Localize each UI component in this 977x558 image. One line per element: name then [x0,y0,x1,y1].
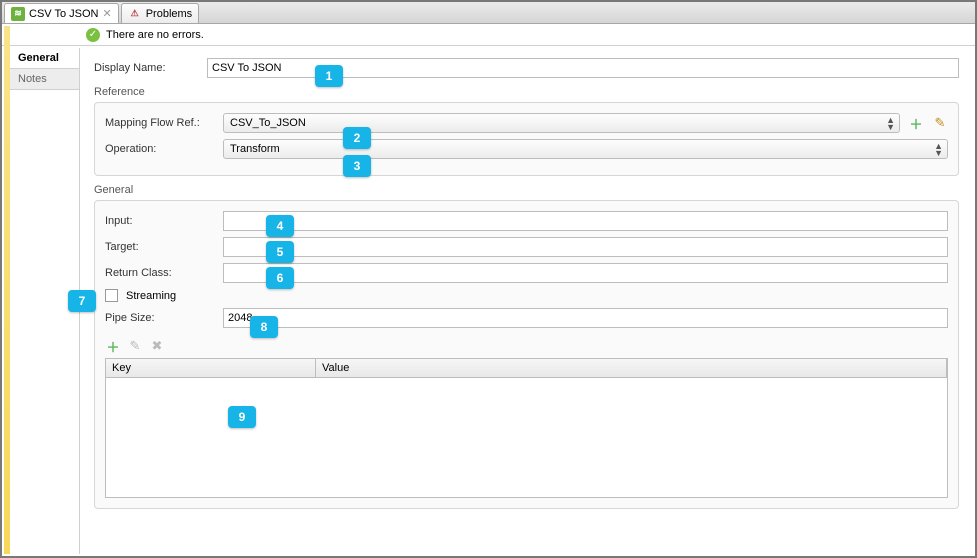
tab-csv-to-json[interactable]: ≋ CSV To JSON ✕ [4,3,119,23]
mapping-flow-value: CSV_To_JSON [230,117,306,129]
mapping-flow-select[interactable]: CSV_To_JSON ▲▼ [223,113,900,133]
display-name-label: Display Name: [94,62,199,74]
kv-toolbar: ＋ ✎ ✖ [105,338,948,354]
operation-label: Operation: [105,143,215,155]
editor-tab-bar: ≋ CSV To JSON ✕ ⚠ Problems [2,2,975,24]
ok-check-icon: ✓ [86,28,100,42]
reference-group: Mapping Flow Ref.: CSV_To_JSON ▲▼ ＋ ✎ Op… [94,102,959,176]
chevron-updown-icon: ▲▼ [934,143,943,157]
input-label: Input: [105,215,215,227]
delete-row-button[interactable]: ✖ [149,338,165,354]
kv-body[interactable] [106,378,947,488]
callout-4: 4 [266,215,294,237]
return-class-label: Return Class: [105,267,215,279]
kv-table: Key Value [105,358,948,498]
streaming-checkbox[interactable] [105,289,118,302]
add-mapping-button[interactable]: ＋ [908,115,924,131]
reference-title: Reference [94,86,959,98]
side-tab-label: General [18,52,59,64]
mapping-flow-label: Mapping Flow Ref.: [105,117,215,129]
tab-label: Problems [146,8,192,20]
tab-problems[interactable]: ⚠ Problems [121,3,199,23]
callout-5: 5 [266,241,294,263]
close-icon[interactable]: ✕ [103,7,112,20]
callout-7: 7 [68,290,96,312]
flow-icon: ≋ [11,7,25,21]
edit-row-button[interactable]: ✎ [127,338,143,354]
side-tab-notes[interactable]: Notes [10,69,79,90]
problems-icon: ⚠ [128,7,142,21]
streaming-label: Streaming [126,290,176,302]
callout-1: 1 [315,65,343,87]
side-tab-label: Notes [18,73,47,85]
return-class-field[interactable] [223,263,948,283]
chevron-updown-icon: ▲▼ [886,117,895,131]
add-row-button[interactable]: ＋ [105,338,121,354]
edit-mapping-button[interactable]: ✎ [932,115,948,131]
pipe-size-field[interactable] [223,308,948,328]
input-field[interactable] [223,211,948,231]
callout-8: 8 [250,316,278,338]
callout-6: 6 [266,267,294,289]
callout-3: 3 [343,155,371,177]
status-bar: ✓ There are no errors. [2,24,975,46]
kv-header-key[interactable]: Key [106,359,316,377]
status-message: There are no errors. [106,29,204,41]
side-tab-general[interactable]: General [10,48,79,69]
general-group: Input: Target: Return Class: Streaming P… [94,200,959,509]
target-field[interactable] [223,237,948,257]
target-label: Target: [105,241,215,253]
general-title: General [94,184,959,196]
callout-2: 2 [343,127,371,149]
tab-label: CSV To JSON [29,8,99,20]
pipe-size-label: Pipe Size: [105,312,215,324]
operation-select[interactable]: Transform ▲▼ [223,139,948,159]
operation-value: Transform [230,143,280,155]
content-panel: Display Name: Reference Mapping Flow Ref… [80,48,973,554]
kv-header-value[interactable]: Value [316,359,947,377]
callout-9: 9 [228,406,256,428]
